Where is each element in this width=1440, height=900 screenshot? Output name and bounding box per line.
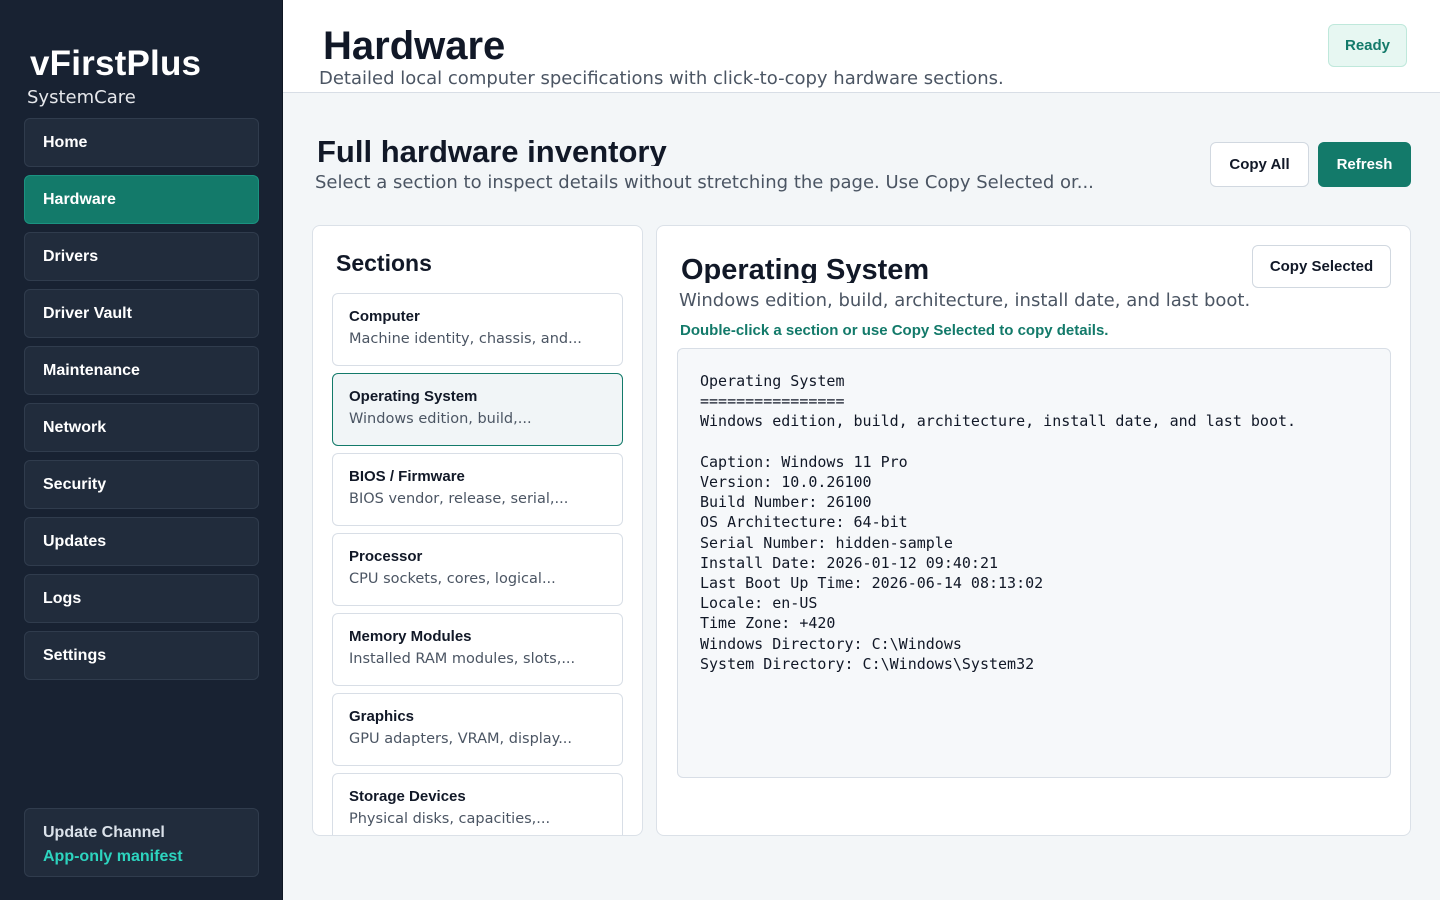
sections-panel: Sections Computer Machine identity, chas… [312, 225, 643, 836]
detail-title: Operating System [681, 254, 930, 283]
section-name: Operating System [349, 388, 478, 405]
section-desc: Windows edition, build,... [349, 411, 532, 427]
section-item-graphics[interactable]: Graphics GPU adapters, VRAM, display... [332, 693, 623, 766]
update-channel-card: Update Channel App-only manifest [24, 808, 259, 877]
section-name: Processor [349, 548, 423, 565]
section-item-bios-firmware[interactable]: BIOS / Firmware BIOS vendor, release, se… [332, 453, 623, 526]
sections-title: Sections [336, 250, 432, 276]
section-name: Graphics [349, 708, 415, 725]
section-item-storage-devices[interactable]: Storage Devices Physical disks, capaciti… [332, 773, 623, 835]
sections-list[interactable]: Computer Machine identity, chassis, and.… [332, 293, 623, 835]
app-subtitle: SystemCare [27, 87, 136, 108]
section-desc: Machine identity, chassis, and... [349, 331, 582, 347]
status-badge: Ready [1328, 24, 1407, 67]
section-name: Memory Modules [349, 628, 472, 645]
section-item-processor[interactable]: Processor CPU sockets, cores, logical... [332, 533, 623, 606]
sidebar: vFirstPlus SystemCare Home Hardware Driv… [0, 0, 283, 900]
section-name: Storage Devices [349, 788, 466, 805]
section-item-operating-system[interactable]: Operating System Windows edition, build,… [332, 373, 623, 446]
detail-hint: Double-click a section or use Copy Selec… [680, 322, 1109, 338]
sidebar-item-home[interactable]: Home [24, 118, 259, 167]
app-name: vFirstPlus [30, 44, 202, 83]
section-desc: GPU adapters, VRAM, display... [349, 731, 573, 747]
section-name: Computer [349, 308, 420, 325]
copy-all-button[interactable]: Copy All [1210, 142, 1309, 187]
inventory-subtitle: Select a section to inspect details with… [315, 172, 1094, 193]
sidebar-item-logs[interactable]: Logs [24, 574, 259, 623]
update-channel-value: App-only manifest [43, 848, 183, 865]
section-desc: Installed RAM modules, slots,... [349, 651, 576, 667]
section-desc: Physical disks, capacities,... [349, 811, 551, 827]
detail-panel: Operating System Copy Selected Windows e… [656, 225, 1411, 836]
inventory-title: Full hardware inventory [317, 134, 667, 166]
sidebar-item-drivers[interactable]: Drivers [24, 232, 259, 281]
page-header: Hardware Detailed local computer specifi… [283, 0, 1440, 93]
page-subtitle: Detailed local computer specifications w… [319, 68, 1004, 89]
sidebar-item-settings[interactable]: Settings [24, 631, 259, 680]
detail-content[interactable]: Operating System ================ Window… [700, 371, 1368, 674]
sidebar-item-maintenance[interactable]: Maintenance [24, 346, 259, 395]
detail-content-box[interactable]: Operating System ================ Window… [677, 348, 1391, 778]
sidebar-item-security[interactable]: Security [24, 460, 259, 509]
sidebar-item-hardware[interactable]: Hardware [24, 175, 259, 224]
section-desc: CPU sockets, cores, logical... [349, 571, 556, 587]
page-title: Hardware [323, 24, 506, 68]
section-name: BIOS / Firmware [349, 468, 465, 485]
section-item-computer[interactable]: Computer Machine identity, chassis, and.… [332, 293, 623, 366]
sidebar-item-driver-vault[interactable]: Driver Vault [24, 289, 259, 338]
sidebar-item-updates[interactable]: Updates [24, 517, 259, 566]
detail-subtitle: Windows edition, build, architecture, in… [679, 290, 1251, 311]
refresh-button[interactable]: Refresh [1318, 142, 1411, 187]
section-desc: BIOS vendor, release, serial,... [349, 491, 569, 507]
section-item-memory-modules[interactable]: Memory Modules Installed RAM modules, sl… [332, 613, 623, 686]
update-channel-title: Update Channel [43, 824, 165, 841]
copy-selected-button[interactable]: Copy Selected [1252, 245, 1391, 288]
sidebar-nav: Home Hardware Drivers Driver Vault Maint… [24, 118, 259, 688]
sidebar-item-network[interactable]: Network [24, 403, 259, 452]
